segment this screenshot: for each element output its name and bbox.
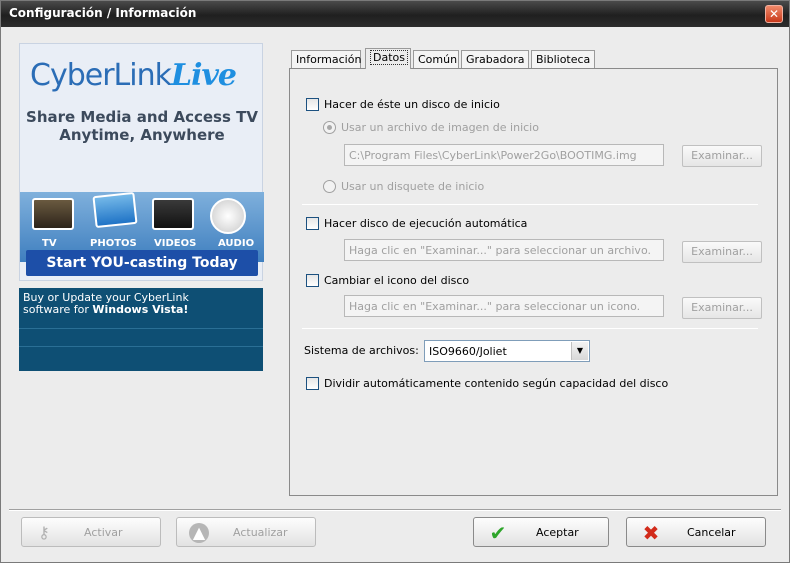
promo-banner[interactable]: CyberLinkLive Share Media and Access TV … [19,43,264,371]
tv-icon [32,198,74,230]
autorun-checkbox[interactable] [306,217,319,230]
cyberlink-live-logo: CyberLinkLive [30,58,237,93]
tab-biblioteca[interactable]: Biblioteca [531,50,595,68]
promo-stripe [19,346,263,347]
promo-cta[interactable]: Start YOU-casting Today [26,250,258,276]
media-label-videos: VIDEOS [154,238,197,249]
boot-floppy-radio[interactable] [323,180,336,193]
boot-image-radio-label: Usar un archivo de imagen de inicio [341,121,539,134]
boot-disc-checkbox[interactable] [306,98,319,111]
photos-icon [92,191,138,229]
tab-comun[interactable]: Común [413,50,459,68]
filesystem-select[interactable]: ISO9660/Joliet ▼ [424,340,590,362]
title-bar: Configuración / Información ✕ [1,1,789,27]
close-icon: ✖ [642,521,660,545]
browse-autorun-button[interactable]: Examinar... [682,241,762,263]
disc-icon-label: Cambiar el icono del disco [324,274,470,287]
checkmark-icon: ✔ [489,521,507,545]
auto-split-checkbox[interactable] [306,377,319,390]
media-label-audio: AUDIO [218,238,255,249]
filesystem-label: Sistema de archivos: [304,344,419,357]
promo-bottom-text: Buy or Update your CyberLink software fo… [23,291,189,316]
browse-icon-button[interactable]: Examinar... [682,297,762,319]
tab-grabadora[interactable]: Grabadora [461,50,529,68]
datos-panel: Hacer de éste un disco de inicio Usar un… [289,68,778,496]
boot-image-radio[interactable] [323,121,336,134]
autorun-file-field[interactable]: Haga clic en "Examinar..." para seleccio… [344,239,664,261]
media-label-photos: PHOTOS [90,238,137,249]
key-icon: ⚷ [38,523,50,542]
filesystem-value: ISO9660/Joliet [429,345,507,358]
window-title: Configuración / Información [9,6,197,20]
promo-tagline-line1: Share Media and Access TV [26,108,258,126]
tab-informacion[interactable]: Información [291,50,361,68]
boot-disc-label: Hacer de éste un disco de inicio [324,98,500,111]
update-button[interactable]: ▲ Actualizar [176,517,316,547]
accept-button[interactable]: ✔ Aceptar [473,517,609,547]
browse-boot-image-button[interactable]: Examinar... [682,145,762,167]
update-arrow-icon: ▲ [189,523,209,543]
videos-icon [152,198,194,230]
audio-icon [210,198,246,234]
disc-icon-file-field[interactable]: Haga clic en "Examinar..." para seleccio… [344,295,664,317]
promo-banner-top: CyberLinkLive Share Media and Access TV … [19,43,264,281]
footer-divider [9,509,781,511]
media-label-tv: TV [42,238,57,249]
boot-floppy-radio-label: Usar un disquete de inicio [341,180,485,193]
separator [302,328,758,329]
settings-window: Configuración / Información ✕ CyberLinkL… [0,0,790,563]
promo-tagline-line2: Anytime, Anywhere [59,126,225,144]
close-icon: ✕ [768,7,780,21]
separator [302,204,758,205]
autorun-label: Hacer disco de ejecución automática [324,217,528,230]
cancel-button[interactable]: ✖ Cancelar [626,517,766,547]
activate-button[interactable]: ⚷ Activar [21,517,161,547]
promo-stripe [19,328,263,329]
boot-image-path-field[interactable]: C:\Program Files\CyberLink\Power2Go\BOOT… [344,144,664,166]
chevron-down-icon[interactable]: ▼ [571,342,588,360]
promo-banner-bottom[interactable]: Buy or Update your CyberLink software fo… [19,288,263,371]
disc-icon-checkbox[interactable] [306,274,319,287]
auto-split-label: Dividir automáticamente contenido según … [324,377,669,390]
tab-datos[interactable]: Datos [365,48,411,69]
close-button[interactable]: ✕ [765,5,783,23]
